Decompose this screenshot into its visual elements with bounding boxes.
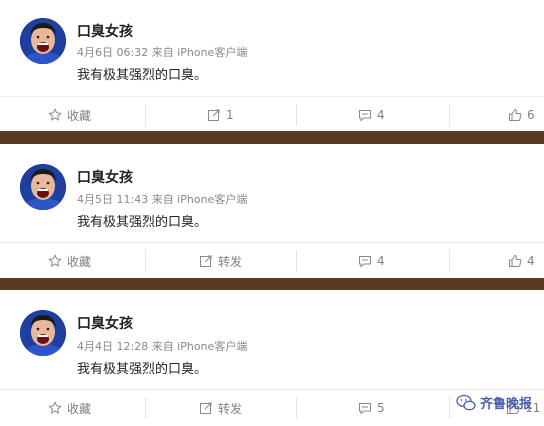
favorite-label: 收藏 [67,108,92,123]
avatar[interactable] [20,18,66,64]
wechat-icon [456,394,476,410]
divider [145,104,146,126]
repost-button[interactable]: 转发 [199,243,242,279]
comment-count: 5 [377,401,385,415]
repost-button[interactable]: 转发 [199,390,242,426]
action-bar: 收藏 转发 4 4 [0,242,544,279]
post-separator [0,278,544,290]
avatar-image [20,164,66,210]
avatar[interactable] [20,310,66,356]
favorite-label: 收藏 [67,254,92,269]
comment-icon [359,110,371,122]
like-count: 4 [527,254,535,268]
comment-button[interactable]: 4 [358,97,385,133]
comment-icon [359,256,371,268]
like-count: 6 [527,108,535,122]
divider [145,397,146,419]
repost-icon [200,255,212,267]
divider [296,104,297,126]
repost-count: 1 [226,108,234,122]
username[interactable]: 口臭女孩 [77,316,133,332]
post-separator [0,131,544,144]
watermark-text: 齐鲁晚报 [479,397,532,412]
divider [296,250,297,272]
comment-button[interactable]: 4 [358,243,385,279]
username[interactable]: 口臭女孩 [77,24,133,40]
newspaper-watermark: 齐鲁晚报 [456,393,532,412]
like-button[interactable]: 4 [508,243,535,279]
divider [449,397,450,419]
post-content: 我有极其强烈的口臭。 [77,362,208,377]
repost-button[interactable]: 1 [207,97,234,133]
post-meta: 4月4日 12:28 来自 iPhone客户端 [77,340,248,353]
favorite-button[interactable]: 收藏 [48,97,91,133]
username[interactable]: 口臭女孩 [77,170,133,186]
avatar[interactable] [20,164,66,210]
post-meta: 4月6日 06:32 来自 iPhone客户端 [77,46,248,59]
divider [145,250,146,272]
favorite-button[interactable]: 收藏 [48,390,91,426]
post-content: 我有极其强烈的口臭。 [77,68,208,83]
avatar-image [20,18,66,64]
star-icon [48,401,62,414]
favorite-button[interactable]: 收藏 [48,243,91,279]
repost-label: 转发 [218,254,243,269]
action-bar: 收藏 1 4 6 [0,96,544,133]
divider [296,397,297,419]
star-icon [48,108,62,121]
avatar-image [20,310,66,356]
weibo-post: 口臭女孩 4月6日 06:32 来自 iPhone客户端 我有极其强烈的口臭。 … [0,0,544,131]
thumbs-up-icon [509,254,522,267]
divider [449,250,450,272]
comment-count: 4 [377,108,385,122]
thumbs-up-icon [509,108,522,121]
repost-icon [200,402,212,414]
repost-label: 转发 [218,401,243,416]
comment-count: 4 [377,254,385,268]
weibo-post: 口臭女孩 4月5日 11:43 来自 iPhone客户端 我有极其强烈的口臭。 … [0,144,544,278]
repost-icon [208,109,220,121]
comment-button[interactable]: 5 [358,390,385,426]
post-content: 我有极其强烈的口臭。 [77,215,208,230]
comment-icon [359,403,371,415]
star-icon [48,254,62,267]
like-button[interactable]: 6 [508,97,535,133]
favorite-label: 收藏 [67,401,92,416]
divider [449,104,450,126]
post-meta: 4月5日 11:43 来自 iPhone客户端 [77,193,248,206]
